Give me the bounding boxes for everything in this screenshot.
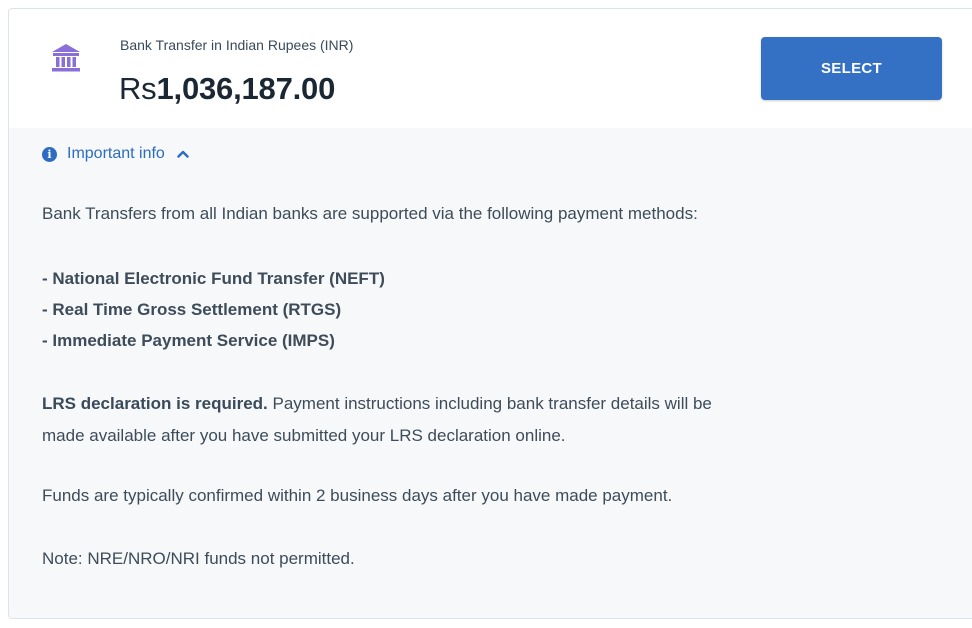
important-info-panel: i Important info Bank Transfers from all… — [9, 128, 972, 618]
lrs-declaration-note: LRS declaration is required. Payment ins… — [42, 388, 712, 452]
nre-funds-note: Note: NRE/NRO/NRI funds not permitted. — [42, 549, 355, 568]
lrs-instructions-line2: made available after you have submitted … — [42, 426, 566, 445]
list-item: - National Electronic Fund Transfer (NEF… — [42, 269, 385, 288]
funds-confirmation-note: Funds are typically confirmed within 2 b… — [42, 486, 673, 505]
currency-symbol: Rs — [119, 71, 157, 106]
payment-option-header: Bank Transfer in Indian Rupees (INR) Rs1… — [9, 9, 972, 128]
amount-value: 1,036,187.00 — [156, 71, 336, 106]
payment-methods-list: - National Electronic Fund Transfer (NEF… — [42, 263, 385, 356]
payment-amount: Rs1,036,187.00 — [119, 71, 335, 107]
payment-method-label: Bank Transfer in Indian Rupees (INR) — [120, 37, 354, 53]
payment-option-card: Bank Transfer in Indian Rupees (INR) Rs1… — [8, 8, 972, 619]
list-item: - Real Time Gross Settlement (RTGS) — [42, 300, 342, 319]
info-circle-icon: i — [42, 146, 57, 162]
supported-methods-intro: Bank Transfers from all Indian banks are… — [42, 204, 698, 223]
lrs-required-text: LRS declaration is required. — [42, 394, 268, 413]
select-button[interactable]: SELECT — [761, 37, 942, 100]
important-info-label: Important info — [67, 145, 165, 162]
bank-icon — [52, 44, 80, 72]
lrs-instructions-line1: Payment instructions including bank tran… — [267, 394, 712, 413]
important-info-toggle[interactable]: i Important info — [42, 145, 189, 163]
list-item: - Immediate Payment Service (IMPS) — [42, 331, 335, 350]
chevron-up-icon — [177, 150, 189, 158]
